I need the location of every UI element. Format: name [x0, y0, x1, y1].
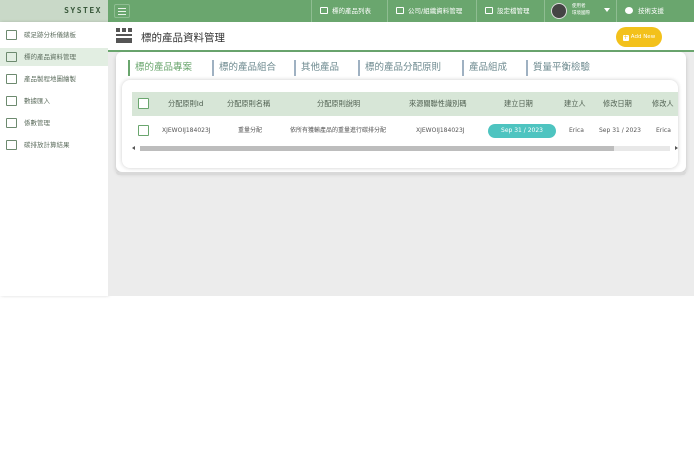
chevron-down-icon[interactable]	[604, 8, 610, 12]
cell-source-id: XJEWOIJ184023J	[416, 127, 465, 134]
nav-org-data[interactable]: 公司/組織資料管理	[387, 0, 476, 22]
col-allocation-id[interactable]: 分配原則Id	[168, 92, 203, 116]
cell-modified-date: Sep 31 / 2023	[599, 127, 641, 134]
sidebar-item-label: 碳排放計算結果	[24, 141, 70, 149]
tab-mass-balance[interactable]: 質量平衡檢驗	[526, 60, 590, 76]
row-checkbox[interactable]	[138, 125, 149, 136]
nav-support-label[interactable]: 技術支援	[638, 0, 664, 22]
nav-product-list[interactable]: 標的產品列表	[311, 0, 387, 22]
settings-file-icon	[485, 7, 493, 14]
cell-allocation-desc: 依所有獲輸產品的重量進行碳排分配	[290, 127, 387, 134]
avatar[interactable]	[551, 3, 567, 19]
user-name: 使用者 環境國際	[572, 3, 590, 17]
user-name-line1: 使用者	[572, 4, 586, 9]
sidebar-item-results[interactable]: 碳排放計算結果	[0, 136, 108, 154]
user-name-line2: 環境國際	[572, 11, 590, 16]
tab-product-composition[interactable]: 產品組成	[462, 60, 507, 76]
col-creator[interactable]: 建立人	[564, 92, 586, 116]
nav-config-files[interactable]: 設定檔管理	[476, 0, 544, 22]
sidebar-item-label: 係數管理	[24, 119, 50, 127]
import-icon	[6, 96, 17, 106]
sidebar-item-data-import[interactable]: 數據匯入	[0, 92, 108, 110]
main-content: 標的產品資料管理 + Add New 標的產品專案 標的產品組合 其他產品 標的產…	[108, 22, 694, 296]
created-date-badge: Sep 31 / 2023	[488, 124, 556, 138]
top-navbar: SYSTEX 標的產品列表 公司/組織資料管理 設定檔管理 使用者 環境國際 技…	[0, 0, 694, 22]
scroll-thumb[interactable]	[140, 146, 614, 151]
product-data-card: 標的產品專案 標的產品組合 其他產品 標的產品分配原則 產品組成 質量平衡檢驗 …	[116, 52, 686, 172]
tab-product-combos[interactable]: 標的產品組合	[212, 60, 276, 76]
cell-allocation-id: XJEWOIJ184023J	[162, 127, 211, 134]
sidebar-item-label: 標的產品資料管理	[24, 53, 76, 61]
cell-creator: Erica	[569, 127, 584, 134]
sidebar: 碳足跡分析儀錶板 標的產品資料管理 產品製程地圖繪製 數據匯入 係數管理 碳排放…	[0, 22, 108, 296]
plus-icon: +	[622, 34, 629, 41]
org-chart-icon	[396, 7, 404, 14]
sidebar-item-process-map[interactable]: 產品製程地圖繪製	[0, 70, 108, 88]
page-header: 標的產品資料管理 + Add New	[108, 22, 694, 52]
nav-config-files-label: 設定檔管理	[497, 7, 530, 15]
col-created-date[interactable]: 建立日期	[504, 92, 533, 116]
col-allocation-desc[interactable]: 分配原則說明	[317, 92, 360, 116]
page-title: 標的產品資料管理	[141, 32, 225, 44]
col-modified-date[interactable]: 修改日期	[603, 92, 632, 116]
sidebar-item-dashboard[interactable]: 碳足跡分析儀錶板	[0, 26, 108, 44]
product-grid-icon	[6, 52, 17, 62]
col-allocation-name[interactable]: 分配原則名稱	[227, 92, 270, 116]
list-icon	[320, 7, 328, 14]
scroll-left-icon[interactable]	[132, 146, 135, 150]
col-source-id[interactable]: 來源關聯性識別碼	[409, 92, 467, 116]
calculator-icon	[6, 118, 17, 128]
process-map-icon	[6, 74, 17, 84]
tab-product-projects[interactable]: 標的產品專案	[128, 60, 192, 76]
tab-other-products[interactable]: 其他產品	[294, 60, 339, 76]
cell-modifier: Erica	[656, 127, 671, 134]
table-row[interactable]: XJEWOIJ184023J 重量分配 依所有獲輸產品的重量進行碳排分配 XJE…	[132, 120, 678, 142]
nav-product-list-label: 標的產品列表	[332, 7, 371, 15]
chat-bubble-icon	[625, 7, 633, 14]
sidebar-item-label: 碳足跡分析儀錶板	[24, 31, 76, 39]
table-header: 分配原則Id 分配原則名稱 分配原則說明 來源關聯性識別碼 建立日期 建立人 修…	[132, 92, 678, 116]
sidebar-item-product-data[interactable]: 標的產品資料管理	[0, 48, 108, 66]
sidebar-item-label: 數據匯入	[24, 97, 50, 105]
add-new-label: Add New	[630, 34, 656, 40]
table-container: 分配原則Id 分配原則名稱 分配原則說明 來源關聯性識別碼 建立日期 建立人 修…	[122, 80, 678, 168]
card-bottom-edge	[116, 172, 686, 175]
tab-allocation-rules[interactable]: 標的產品分配原則	[358, 60, 441, 76]
brand-logo: SYSTEX	[0, 0, 108, 22]
sidebar-item-coefficients[interactable]: 係數管理	[0, 114, 108, 132]
select-all-checkbox[interactable]	[138, 98, 149, 109]
nav-org-data-label: 公司/組織資料管理	[408, 7, 463, 15]
menu-toggle-icon[interactable]	[114, 4, 130, 18]
chart-line-icon	[6, 30, 17, 40]
horizontal-scrollbar[interactable]	[132, 144, 678, 152]
product-grid-icon	[116, 28, 132, 43]
scroll-right-icon[interactable]	[675, 146, 678, 150]
sidebar-item-label: 產品製程地圖繪製	[24, 75, 76, 83]
result-icon	[6, 140, 17, 150]
add-new-button[interactable]: + Add New	[616, 27, 662, 47]
cell-allocation-name: 重量分配	[238, 127, 263, 134]
col-modifier[interactable]: 修改人	[652, 92, 674, 116]
